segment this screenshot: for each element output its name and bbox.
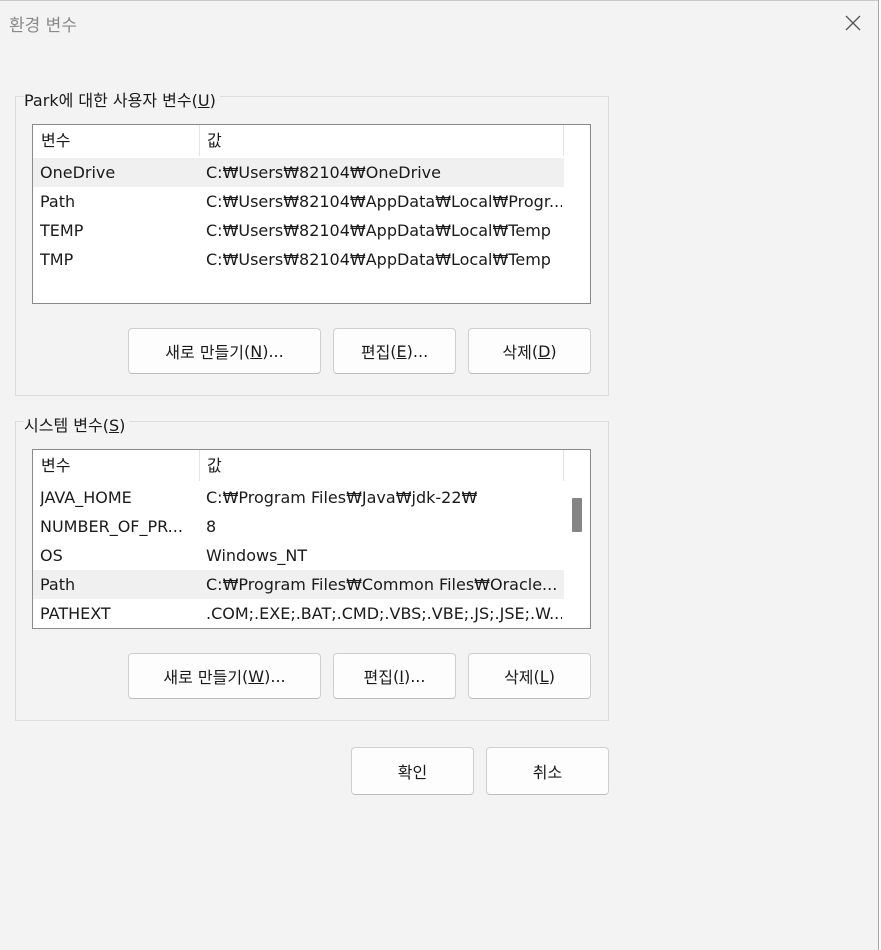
user-variables-list[interactable]: 변수 값 OneDrive C:₩Users₩82104₩OneDrive Path… (32, 124, 591, 304)
button-label: 삭제 (502, 343, 532, 362)
list-item[interactable]: TMP C:₩Users₩82104₩AppData₩Local₩Temp (33, 245, 564, 274)
variable-value: 8 (206, 517, 217, 536)
variable-name: TMP (40, 250, 74, 269)
button-label: 새로 만들기 (165, 343, 244, 362)
button-label: 삭제 (504, 668, 534, 687)
title-bar: 환경 변수 (0, 0, 878, 46)
user-new-button[interactable]: 새로 만들기(N)... (128, 328, 321, 374)
list-header: 변수 값 (33, 450, 564, 481)
close-button[interactable] (830, 1, 876, 45)
user-delete-button[interactable]: 삭제(D) (468, 328, 591, 374)
variable-value: C:₩Program Files₩Common Files₩Oracle... (206, 575, 558, 594)
list-item[interactable]: JAVA_HOME C:₩Program Files₩Java₩jdk-22₩ (33, 483, 564, 512)
variable-name: OS (40, 546, 63, 565)
column-header-variable[interactable]: 변수 (41, 125, 70, 156)
variable-value: C:₩Users₩82104₩AppData₩Local₩Progr... (206, 192, 562, 211)
variable-value: C:₩Program Files₩Java₩jdk-22₩ (206, 488, 478, 507)
system-variables-list[interactable]: 변수 값 JAVA_HOME C:₩Program Files₩Java₩jdk-… (32, 449, 591, 629)
variable-value: C:₩Users₩82104₩AppData₩Local₩Temp (206, 250, 551, 269)
variable-name: Path (40, 192, 76, 211)
variable-name: Path (40, 575, 76, 594)
variable-name: NUMBER_OF_PR... (40, 517, 183, 536)
system-new-button[interactable]: 새로 만들기(W)... (128, 653, 321, 699)
system-variables-label: 시스템 변수(S) (24, 412, 130, 436)
variable-name: OneDrive (40, 163, 116, 182)
ok-button[interactable]: 확인 (351, 747, 474, 795)
variable-name: JAVA_HOME (40, 488, 132, 507)
variable-value: Windows_NT (206, 546, 308, 565)
window-title: 환경 변수 (9, 16, 77, 36)
system-variables-rows: JAVA_HOME C:₩Program Files₩Java₩jdk-22₩ NU… (33, 483, 564, 628)
list-item[interactable]: Path C:₩Program Files₩Common Files₩Oracle… (33, 570, 564, 599)
list-item[interactable]: NUMBER_OF_PR... 8 (33, 512, 564, 541)
button-label: 편집 (363, 668, 393, 687)
variable-value: .COM;.EXE;.BAT;.CMD;.VBS;.VBE;.JS;.JSE;.… (206, 604, 562, 623)
system-edit-button[interactable]: 편집(I)... (333, 653, 456, 699)
column-divider[interactable] (199, 125, 200, 156)
list-header: 변수 값 (33, 125, 564, 156)
column-header-value[interactable]: 값 (207, 450, 222, 481)
system-list-scrollbar[interactable] (564, 450, 590, 628)
column-header-variable[interactable]: 변수 (41, 450, 70, 481)
cancel-button[interactable]: 취소 (486, 747, 609, 795)
scrollbar-thumb[interactable] (572, 498, 582, 532)
button-label: 새로 만들기 (163, 668, 243, 687)
list-item[interactable]: PATHEXT .COM;.EXE;.BAT;.CMD;.VBS;.VBE;.JS… (33, 599, 564, 628)
variable-value: C:₩Users₩82104₩AppData₩Local₩Temp (206, 221, 551, 240)
system-delete-button[interactable]: 삭제(L) (468, 653, 591, 699)
column-header-value[interactable]: 값 (207, 125, 222, 156)
variable-name: PATHEXT (40, 604, 111, 623)
user-variables-rows: OneDrive C:₩Users₩82104₩OneDrive Path C:₩Us… (33, 158, 564, 274)
variable-name: TEMP (40, 221, 84, 240)
variable-value: C:₩Users₩82104₩OneDrive (206, 163, 441, 182)
environment-variables-dialog: 환경 변수 Park에 대한 사용자 변수(U) 변수 값 OneDrive C:… (0, 0, 879, 950)
column-divider[interactable] (563, 125, 564, 156)
button-label: 편집 (360, 343, 391, 362)
list-item[interactable]: OneDrive C:₩Users₩82104₩OneDrive (33, 158, 564, 187)
user-variables-label: Park에 대한 사용자 변수(U) (24, 87, 220, 111)
column-divider[interactable] (199, 450, 200, 481)
user-edit-button[interactable]: 편집(E)... (333, 328, 456, 374)
list-item[interactable]: TEMP C:₩Users₩82104₩AppData₩Local₩Temp (33, 216, 564, 245)
close-icon (845, 15, 861, 31)
list-item[interactable]: Path C:₩Users₩82104₩AppData₩Local₩Progr..… (33, 187, 564, 216)
list-item[interactable]: OS Windows_NT (33, 541, 564, 570)
